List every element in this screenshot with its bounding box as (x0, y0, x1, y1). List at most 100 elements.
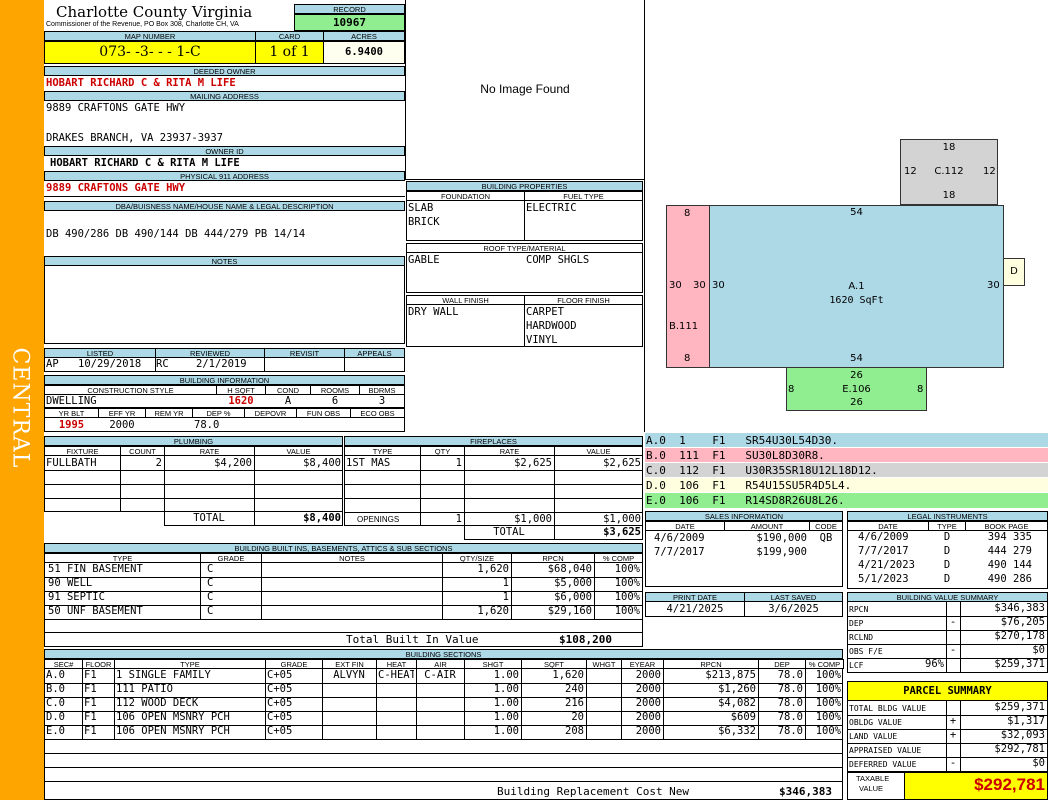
divider (44, 619, 643, 620)
section-shgt: 1.00 (493, 697, 519, 709)
map-number-header: MAP NUMBER (44, 31, 256, 41)
cond-value: A (284, 395, 292, 407)
parcel-summary-sign: + (949, 729, 957, 741)
revisit-header: REVISIT (264, 348, 345, 358)
sections-col-header: RPCN (663, 659, 759, 669)
sketch-e-right: 8 (917, 384, 924, 395)
construction-style: DWELLING (46, 395, 97, 407)
builtin-rpcn: $6,000 (554, 591, 592, 603)
mailing-address-header: MAILING ADDRESS (44, 91, 405, 101)
remyr-header: REM YR (145, 408, 193, 418)
section-dep: 78.0 (777, 683, 803, 695)
taxable-label-1: TAXABLE (856, 774, 890, 783)
depovr-header: DEPOVR (244, 408, 297, 418)
sketch-e-bottom: 26 (850, 397, 863, 408)
sketch-e-label: E.106 (842, 384, 871, 395)
plumbing-total: $8,400 (303, 512, 341, 524)
sketch-code-text: D.0 106 F1 R54U15SU5R4D5L4. (646, 479, 852, 492)
sketch-b-right: 30 (693, 280, 706, 291)
builtins-col-notes: NOTES (261, 553, 443, 563)
divider (524, 201, 525, 241)
parcel-summary-value: $0 (1032, 757, 1045, 769)
parcel-summary-label: DEFERRED VALUE (849, 760, 917, 769)
section-type: 112 WOOD DECK (116, 697, 199, 709)
builtin-qty: 1 (502, 591, 509, 603)
parcel-summary-sign: + (949, 715, 957, 727)
plumbing-col-count: COUNT (120, 446, 165, 456)
divider (322, 669, 323, 739)
section-comp: 100% (815, 683, 841, 695)
mailing-address-line2: DRAKES BRANCH, VA 23937-3937 (46, 132, 224, 144)
legal-type: D (943, 559, 951, 571)
section-comp: 100% (815, 669, 841, 681)
sketch-code-text: B.0 111 F1 SU30L8D30R8. (646, 449, 825, 462)
divider (44, 196, 405, 197)
roof-box (406, 253, 643, 293)
divider (44, 470, 343, 471)
builtins-header: BUILDING BUILT INS, BASEMENTS, ATTICS & … (44, 543, 643, 553)
foundation-header: FOUNDATION (406, 191, 525, 201)
sketch-code-row: D.0 106 F1 R54U15SU5R4D5L4. (645, 478, 1048, 493)
sections-col-header: GRADE (265, 659, 323, 669)
section-rpcn: $6,332 (718, 725, 756, 737)
physical-address: 9889 CRAFTONS GATE HWY (46, 182, 186, 194)
sketch-codes: A.0 1 F1 SR54U30L54D30. B.0 111 F1 SU30L… (645, 433, 1048, 509)
divider (847, 672, 1048, 673)
reviewed-code: RC (156, 358, 169, 370)
sales-col-amount: AMOUNT (724, 521, 810, 531)
plumbing-value: $8,400 (303, 457, 341, 469)
dep-header: DEP % (192, 408, 245, 418)
sketch-code-row: E.0 106 F1 R14SD8R26U8L26. (645, 493, 1048, 508)
parcel-summary-value: $1,317 (1007, 715, 1045, 727)
plumbing-count: 2 (155, 457, 162, 469)
divider (946, 701, 947, 715)
sketch-b-top: 8 (684, 208, 691, 219)
sketch-code-text: A.0 1 F1 SR54U30L54D30. (646, 434, 839, 447)
divider (586, 669, 587, 739)
divider (946, 743, 947, 757)
foundation-2: BRICK (408, 216, 440, 228)
divider (805, 669, 806, 739)
sketch-b-bottom: 8 (684, 353, 691, 364)
openings-qty: 1 (455, 513, 462, 525)
value-summary-sign: - (949, 644, 957, 656)
sale-amount-2: $199,900 (756, 546, 807, 558)
sections-col-header: AIR (416, 659, 465, 669)
divider (344, 484, 643, 485)
acres-header: ACRES (323, 31, 405, 41)
divider (44, 767, 843, 768)
building-properties-header: BUILDING PROPERTIES (406, 181, 643, 191)
mailing-address-line1: 9889 CRAFTONS GATE HWY (46, 102, 186, 114)
fireplaces-col-qty: QTY (420, 446, 465, 456)
sketch-code-row: A.0 1 F1 SR54U30L54D30. (645, 433, 1048, 448)
section-dep: 78.0 (777, 725, 803, 737)
builtin-qty: 1,620 (477, 563, 509, 575)
print-date: 4/21/2025 (666, 603, 724, 615)
sale-amount-1: $190,000 (756, 532, 807, 544)
parcel-summary-sign: - (949, 757, 957, 769)
builtins-total-label: Total Built In Value (346, 633, 479, 646)
fireplace-value: $2,625 (603, 457, 641, 469)
side-label: CENTRAL (7, 347, 33, 469)
section-shgt: 1.00 (493, 711, 519, 723)
fireplaces-total: $3,625 (603, 526, 641, 538)
divider (44, 753, 843, 754)
sections-col-header: SHGT (464, 659, 522, 669)
divider (524, 305, 525, 347)
builtin-grade: C (207, 605, 214, 617)
builtin-grade: C (207, 563, 214, 575)
sketch-a-sqft: 1620 SqFt (829, 295, 884, 306)
value-summary-pct: 96% (925, 658, 944, 670)
builtins-col-rpcn: RPCN (511, 553, 595, 563)
building-sketch: 18 C.112 12 12 18 8 30 30 B.111 8 54 30 … (645, 0, 1050, 432)
plumbing-fixture: FULLBATH (46, 457, 97, 469)
record-value: 10967 (332, 16, 367, 29)
plumbing-rate: $4,200 (214, 457, 252, 469)
owner-id: HOBART RICHARD C & RITA M LIFE (50, 157, 240, 169)
legal-description: DB 490/286 DB 490/144 DB 444/279 PB 14/1… (46, 228, 306, 240)
section-dep: 78.0 (777, 697, 803, 709)
sections-col-header: EXT FIN (322, 659, 377, 669)
builtin-rpcn: $5,000 (554, 577, 592, 589)
physical-address-header: PHYSICAL 911 ADDRESS (44, 171, 405, 181)
legal-date: 5/1/2023 (858, 573, 909, 585)
